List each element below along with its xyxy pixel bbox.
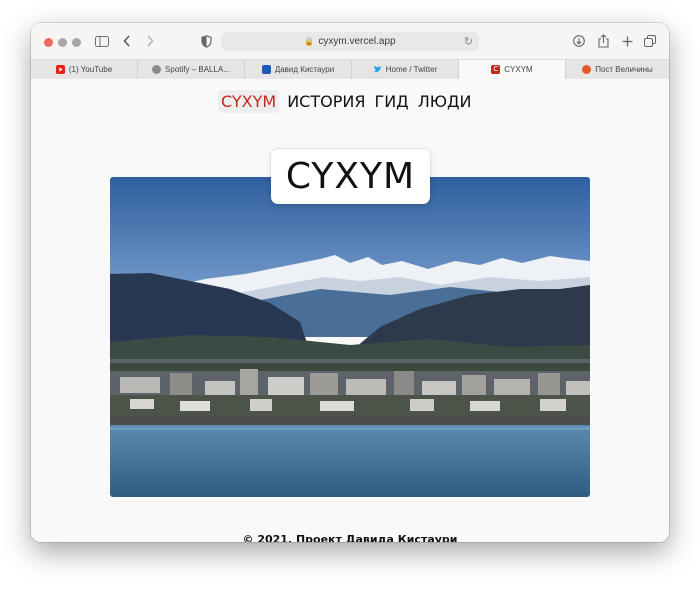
tab-david[interactable]: Давид Кистаури	[245, 60, 352, 79]
app-icon	[261, 65, 271, 74]
lock-icon: 🔒	[304, 37, 315, 46]
tab-label: CYXYM	[504, 65, 533, 74]
tab-label: Давид Кистаури	[274, 65, 335, 74]
tab-label: Home / Twitter	[385, 65, 438, 74]
spotify-icon	[152, 65, 162, 74]
hero-image	[110, 177, 590, 497]
browser-window: 🔒 cyxym.vercel.app ↻ (1) YouTube Spotify…	[31, 23, 669, 542]
tab-label: Пост Величины	[595, 65, 653, 74]
tab-overview-icon[interactable]	[643, 32, 657, 50]
tab-cyxym[interactable]: C CYXYM	[459, 60, 566, 79]
close-window-button[interactable]	[44, 38, 53, 47]
site-nav: CYXYM ИСТОРИЯ ГИД ЛЮДИ	[218, 89, 480, 113]
forward-icon[interactable]	[144, 32, 156, 50]
hero-title: CYXYM	[271, 149, 430, 204]
fox-icon	[582, 65, 592, 74]
back-icon[interactable]	[121, 32, 133, 50]
privacy-shield-icon[interactable]	[199, 32, 213, 50]
nav-brand-link[interactable]: CYXYM	[218, 89, 280, 113]
nav-item-guide[interactable]: ГИД	[374, 92, 408, 111]
reload-icon[interactable]: ↻	[464, 35, 473, 48]
page-content: CYXYM ИСТОРИЯ ГИД ЛЮДИ CYXYM © 2021. Про…	[31, 79, 669, 542]
tab-twitter[interactable]: Home / Twitter	[352, 60, 459, 79]
browser-toolbar: 🔒 cyxym.vercel.app ↻	[31, 23, 669, 59]
tab-label: (1) YouTube	[68, 65, 113, 74]
tab-bar: (1) YouTube Spotify – BALLA... Давид Кис…	[31, 59, 669, 80]
minimize-window-button[interactable]	[58, 38, 67, 47]
share-icon[interactable]	[596, 32, 610, 50]
address-url: cyxym.vercel.app	[318, 36, 396, 47]
tab-label: Spotify – BALLA...	[165, 65, 230, 74]
tab-youtube[interactable]: (1) YouTube	[31, 60, 138, 79]
youtube-icon	[55, 65, 65, 74]
site-favicon-c: C	[491, 65, 501, 74]
footer-copyright: © 2021. Проект Давида Кистаури	[242, 533, 458, 542]
address-bar[interactable]: 🔒 cyxym.vercel.app ↻	[221, 32, 479, 51]
tab-post-velichiny[interactable]: Пост Величины	[566, 60, 669, 79]
new-tab-icon[interactable]	[620, 32, 634, 50]
nav-item-people[interactable]: ЛЮДИ	[418, 92, 472, 111]
twitter-icon	[373, 65, 382, 74]
nav-item-history[interactable]: ИСТОРИЯ	[287, 92, 365, 111]
zoom-window-button[interactable]	[72, 38, 81, 47]
sidebar-toggle-icon[interactable]	[94, 32, 110, 50]
tab-spotify[interactable]: Spotify – BALLA...	[138, 60, 245, 79]
downloads-icon[interactable]	[572, 32, 586, 50]
